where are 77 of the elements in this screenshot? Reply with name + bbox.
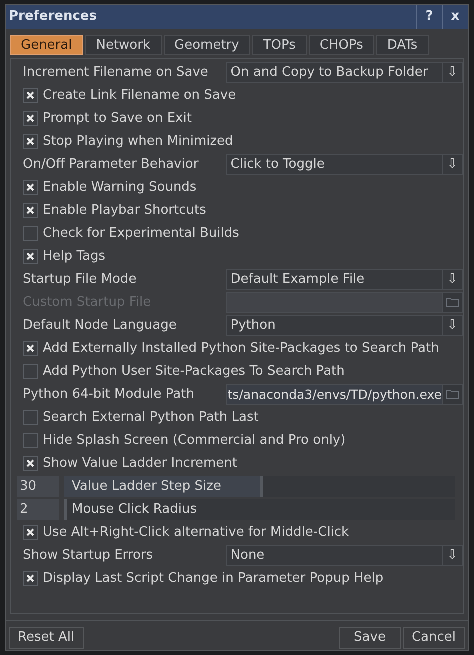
checkbox-label: Help Tags (43, 248, 106, 266)
checkbox[interactable] (23, 88, 38, 103)
browse-button[interactable] (443, 384, 463, 405)
check-mark-icon (26, 528, 35, 537)
parameter-label: Default Node Language (23, 316, 178, 335)
checkbox[interactable] (23, 203, 38, 218)
checkbox[interactable] (23, 111, 38, 126)
checkbox-label: Search External Python Path Last (43, 408, 259, 427)
save-button[interactable]: Save (339, 627, 401, 649)
check-mark-icon (26, 137, 35, 146)
checkbox-label: Create Link Filename on Save (43, 86, 236, 105)
slider-label: Mouse Click Radius (71, 500, 198, 519)
dropdown-menu[interactable]: None ⇩ (226, 545, 463, 566)
check-mark-icon (26, 114, 35, 123)
window-title: Preferences (8, 8, 98, 26)
slider-track[interactable]: Value Ladder Step Size (64, 476, 455, 497)
tab[interactable]: CHOPs (308, 35, 374, 55)
dropdown-value: Default Example File (230, 271, 366, 289)
value-field[interactable]: 2 (17, 499, 59, 520)
dropdown-menu[interactable]: Default Example File ⇩ (226, 269, 463, 290)
parameter-label: Startup File Mode (23, 270, 138, 289)
tab[interactable]: General (10, 35, 84, 55)
checkbox[interactable] (23, 249, 38, 264)
checkbox-label: Prompt to Save on Exit (43, 110, 192, 128)
tab[interactable]: Geometry (164, 35, 250, 55)
browse-button[interactable] (443, 292, 463, 313)
checkbox[interactable] (23, 226, 38, 241)
check-mark-icon (26, 252, 35, 261)
check-mark-icon (26, 344, 35, 353)
checkbox-label: Add Python User Site-Packages To Search Path (43, 362, 345, 381)
close-button[interactable]: x (442, 5, 468, 29)
dropdown-menu[interactable]: Click to Toggle ⇩ (226, 154, 463, 175)
checkbox[interactable] (23, 433, 38, 448)
checkbox-label: Enable Playbar Shortcuts (43, 202, 206, 220)
help-button[interactable]: ? (416, 5, 442, 29)
value-field[interactable]: 30 (17, 476, 59, 497)
checkbox[interactable] (23, 456, 38, 471)
dropdown-value: None (230, 547, 266, 565)
parameter-label: Python 64-bit Module Path (23, 386, 196, 404)
reset-all-button[interactable]: Reset All (9, 627, 84, 649)
check-mark-icon (26, 206, 35, 215)
cancel-button[interactable]: Cancel (403, 627, 465, 649)
checkbox-label: Display Last Script Change in Parameter Popup Help (43, 570, 384, 588)
checkbox-label: Check for Experimental Builds (43, 224, 240, 243)
checkbox[interactable] (23, 525, 38, 540)
checkbox-label: Enable Warning Sounds (43, 178, 197, 197)
tab[interactable]: TOPs (252, 35, 307, 55)
checkbox-label: Stop Playing when Minimized (43, 132, 234, 151)
dropdown-menu[interactable]: On and Copy to Backup Folder ⇩ (226, 62, 463, 83)
check-mark-icon (26, 91, 35, 100)
checkbox[interactable] (23, 180, 38, 195)
tab[interactable]: Network (85, 35, 162, 55)
checkbox[interactable] (23, 364, 38, 379)
checkbox-label: Show Value Ladder Increment (43, 454, 238, 473)
parameter-label: On/Off Parameter Behavior (23, 156, 200, 174)
checkbox[interactable] (23, 134, 38, 149)
checkbox-label: Hide Splash Screen (Commercial and Pro only) (43, 432, 346, 450)
path-field[interactable]: ts/anaconda3/envs/TD/python.exe (226, 384, 443, 405)
parameter-label: Show Startup Errors (23, 546, 154, 565)
dropdown-value: Python (230, 317, 277, 335)
dropdown-value: On and Copy to Backup Folder (230, 64, 430, 82)
tab[interactable]: DATs (376, 35, 429, 55)
slider-track[interactable]: Mouse Click Radius (64, 499, 455, 520)
checkbox[interactable] (23, 341, 38, 356)
dropdown-value: Click to Toggle (230, 156, 326, 174)
folder-icon (446, 297, 460, 308)
checkbox[interactable] (23, 571, 38, 586)
check-mark-icon (26, 459, 35, 468)
check-mark-icon (26, 574, 35, 583)
slider-label: Value Ladder Step Size (71, 478, 222, 496)
parameter-label: Increment Filename on Save (23, 64, 210, 82)
checkbox[interactable] (23, 410, 38, 425)
dropdown-menu[interactable]: Python ⇩ (226, 315, 463, 336)
folder-icon (446, 389, 460, 400)
check-mark-icon (26, 183, 35, 192)
checkbox-label: Use Alt+Right-Click alternative for Middle-Click (43, 524, 350, 542)
checkbox-label: Add Externally Installed Python Site-Packages to Search Path (43, 340, 440, 358)
